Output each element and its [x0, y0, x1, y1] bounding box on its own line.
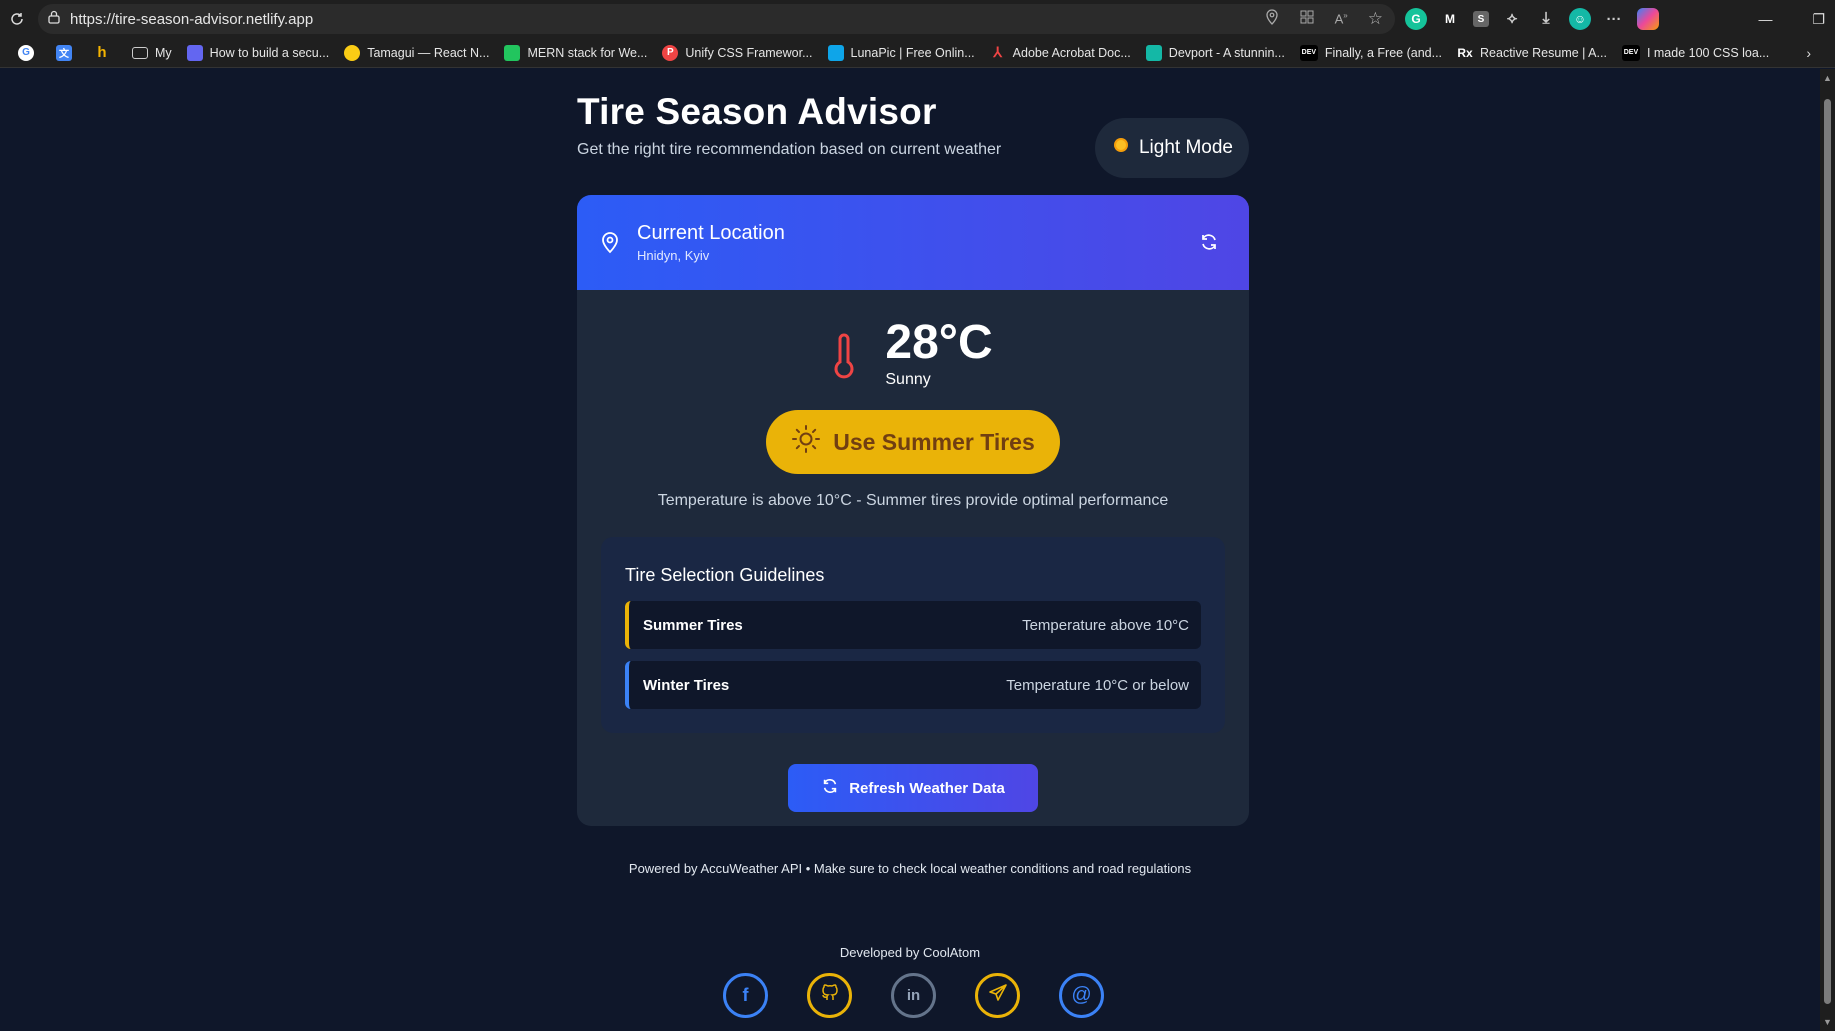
github-icon [820, 983, 840, 1008]
extensions-puzzle-icon[interactable]: ⟡ [1501, 8, 1523, 30]
telegram-icon [988, 983, 1008, 1008]
guideline-winter: Winter Tires Temperature 10°C or below [625, 661, 1201, 709]
location-header: Current Location Hnidyn, Kyiv [577, 195, 1249, 290]
map-pin-icon [601, 232, 619, 259]
sun-icon [1111, 135, 1131, 161]
mode-label: Light Mode [1138, 137, 1233, 158]
restore-icon[interactable]: ❐ [1812, 11, 1825, 28]
mern-icon [504, 44, 521, 61]
bookmark-folder-my[interactable]: My [132, 46, 172, 60]
bookmarks-bar: G 文 h My How to build a secu... Tamagui … [0, 38, 1835, 68]
google-icon: G [18, 44, 34, 61]
guideline-desc: Temperature 10°C or below [1006, 676, 1189, 694]
lock-icon [48, 10, 60, 29]
light-mode-toggle[interactable]: Light Mode [1094, 118, 1249, 178]
tamagui-icon [344, 44, 361, 61]
acrobat-icon: ⅄ [993, 44, 1002, 60]
scroll-up-icon[interactable]: ▲ [1823, 73, 1832, 83]
bookmark-google[interactable]: G [18, 44, 41, 61]
powered-by-text: Powered by AccuWeather API • Make sure t… [628, 861, 1192, 876]
linkedin-icon: in [906, 987, 921, 1004]
developer-credit: Developed by CoolAtom [839, 945, 981, 960]
bookmark-item[interactable]: MERN stack for We... [504, 44, 647, 61]
bookmark-item[interactable]: P Unify CSS Framewor... [662, 44, 813, 61]
bookmark-item[interactable]: How to build a secu... [186, 44, 329, 61]
apps-icon[interactable] [1299, 9, 1315, 30]
lunapic-icon [827, 44, 844, 61]
favorite-star-icon[interactable]: ☆ [1368, 9, 1383, 29]
minimize-icon[interactable]: — [1758, 11, 1772, 27]
refresh-location-icon[interactable] [1199, 232, 1219, 257]
translate-icon: 文 [56, 44, 72, 61]
chevron-right-icon[interactable]: › [1806, 45, 1811, 61]
thermometer-icon [833, 333, 855, 384]
address-bar[interactable]: https://tire-season-advisor.netlify.app … [38, 4, 1395, 34]
bookmark-item[interactable]: LunaPic | Free Onlin... [827, 44, 975, 61]
dev-icon: DEV [1621, 44, 1640, 61]
read-aloud-icon[interactable]: A» [1335, 11, 1348, 26]
browser-toolbar: https://tire-season-advisor.netlify.app … [0, 0, 1835, 38]
social-links: f in @ [723, 973, 1104, 1018]
bookmark-item[interactable]: DEV Finally, a Free (and... [1299, 44, 1442, 61]
location-permission-icon[interactable] [1265, 8, 1279, 30]
location-name: Hnidyn, Kyiv [637, 248, 710, 263]
facebook-icon: f [742, 985, 749, 1005]
bookmark-item[interactable]: ⅄ Adobe Acrobat Doc... [990, 44, 1130, 61]
email-link[interactable]: @ [1059, 973, 1104, 1018]
sun-outline-icon [791, 424, 821, 460]
h-icon: h [97, 44, 107, 61]
email-icon: @ [1071, 984, 1092, 1006]
scroll-down-icon[interactable]: ▼ [1823, 1017, 1832, 1027]
temperature-display: 28°C Sunny [577, 317, 1249, 389]
more-menu-icon[interactable]: ··· [1603, 8, 1625, 30]
facebook-link[interactable]: f [723, 973, 768, 1018]
guideline-summer: Summer Tires Temperature above 10°C [625, 601, 1201, 649]
location-heading: Current Location [637, 222, 785, 244]
guideline-name: Winter Tires [643, 676, 730, 694]
refresh-weather-button[interactable]: Refresh Weather Data [788, 764, 1038, 812]
bookmark-translate[interactable]: 文 [56, 44, 79, 61]
telegram-link[interactable] [975, 973, 1020, 1018]
refresh-icon [821, 777, 839, 799]
folder-icon [132, 46, 148, 59]
bookmark-item[interactable]: Devport - A stunnin... [1145, 44, 1285, 61]
downloads-icon[interactable]: ⤓ [1535, 8, 1557, 30]
url-text[interactable]: https://tire-season-advisor.netlify.app [70, 11, 313, 28]
guideline-name: Summer Tires [643, 616, 743, 634]
linkedin-link[interactable]: in [891, 973, 936, 1018]
weather-condition: Sunny [885, 371, 931, 388]
refresh-label: Refresh Weather Data [849, 779, 1005, 797]
reload-icon[interactable] [4, 6, 30, 32]
rx-icon: Rx [1457, 45, 1473, 60]
guidelines-title: Tire Selection Guidelines [625, 565, 825, 585]
dev-icon: DEV [1299, 44, 1318, 61]
devport-icon [1145, 44, 1162, 61]
guideline-desc: Temperature above 10°C [1022, 616, 1189, 634]
github-link[interactable] [807, 973, 852, 1018]
scrollbar-thumb[interactable] [1824, 99, 1831, 1004]
guidelines-panel: Tire Selection Guidelines Summer Tires T… [601, 537, 1225, 733]
page-scrollbar[interactable]: ▲ ▼ [1820, 69, 1835, 1031]
page-icon [186, 44, 203, 61]
bookmark-h[interactable]: h [94, 44, 117, 61]
weather-card: Current Location Hnidyn, Kyiv 28°C Sunny… [577, 195, 1249, 826]
recommendation-note: Temperature is above 10°C - Summer tires… [657, 492, 1169, 509]
tire-recommendation-badge: Use Summer Tires [766, 410, 1060, 474]
extension-s-icon[interactable]: S [1473, 11, 1489, 27]
grammarly-icon[interactable]: G [1405, 8, 1427, 30]
app-header: Tire Season Advisor Get the right tire r… [577, 91, 1249, 178]
copilot-icon[interactable] [1637, 8, 1659, 30]
app-page: Tire Season Advisor Get the right tire r… [0, 69, 1820, 1031]
bookmark-item[interactable]: Rx Reactive Resume | A... [1457, 45, 1607, 61]
profile-avatar-icon[interactable]: ☺ [1569, 8, 1591, 30]
bookmark-item[interactable]: DEV I made 100 CSS loa... [1621, 44, 1769, 61]
temperature-value: 28°C [885, 316, 993, 369]
bookmark-item[interactable]: Tamagui — React N... [344, 44, 489, 61]
malwarebytes-icon[interactable]: M [1439, 8, 1461, 30]
unify-icon: P [662, 44, 679, 61]
recommendation-label: Use Summer Tires [833, 428, 1035, 455]
